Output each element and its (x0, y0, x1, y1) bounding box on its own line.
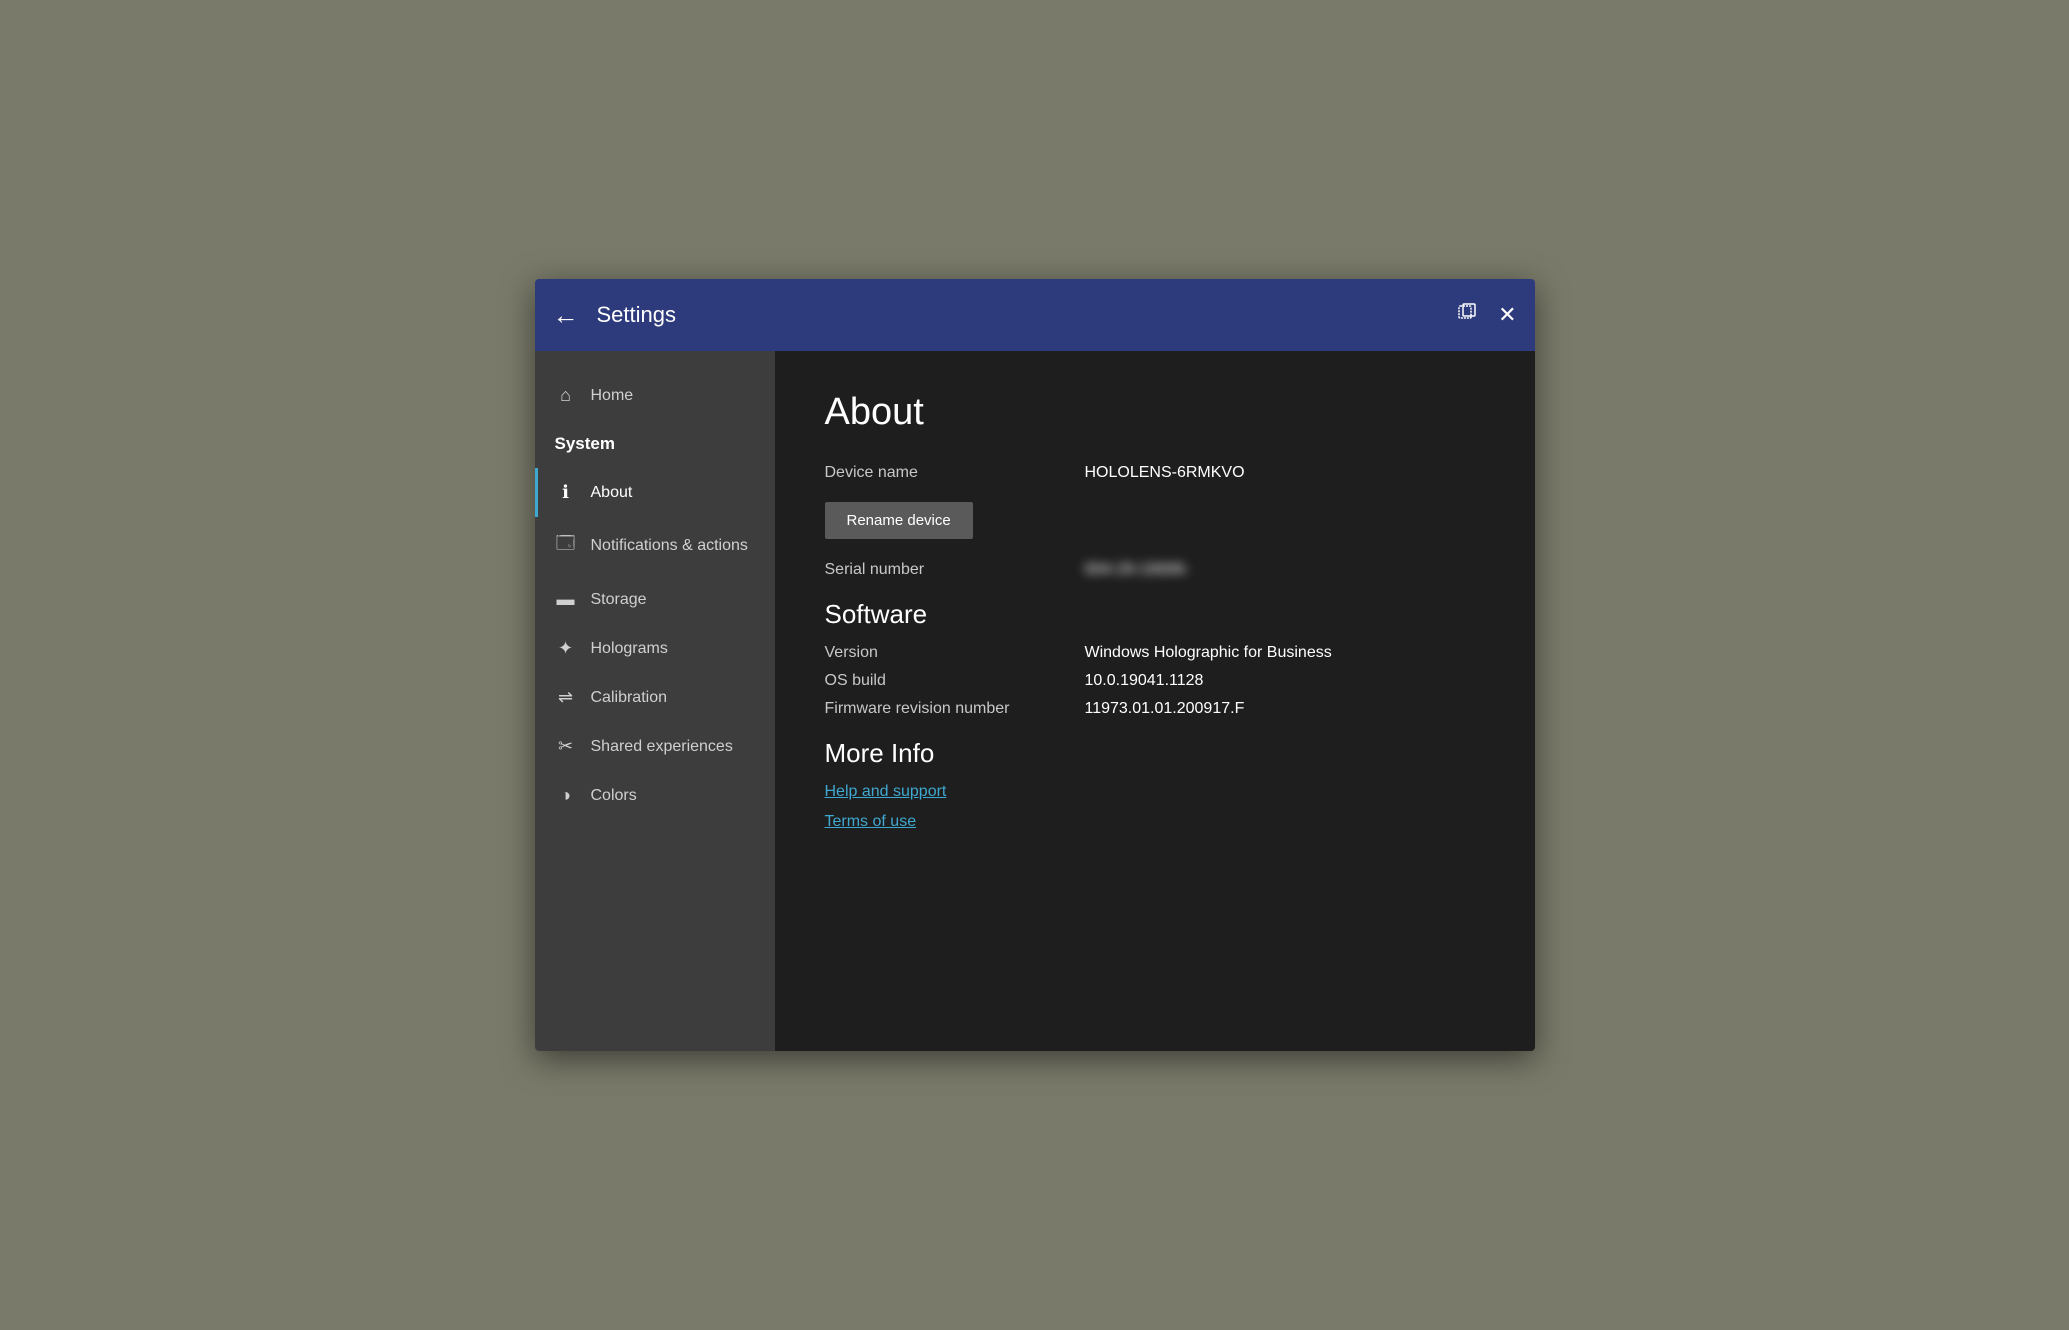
titlebar-right: ✕ (1456, 301, 1516, 329)
os-build-row: OS build 10.0.19041.1128 (825, 672, 1485, 690)
firmware-label: Firmware revision number (825, 700, 1085, 718)
device-name-value: HOLOLENS-6RMKVO (1085, 464, 1245, 482)
firmware-row: Firmware revision number 11973.01.01.200… (825, 700, 1485, 718)
titlebar: ← Settings ✕ (535, 279, 1535, 351)
sidebar-about-label: About (591, 484, 633, 502)
sidebar-notifications-label: Notifications & actions (591, 537, 748, 555)
more-info-title: More Info (825, 738, 1485, 769)
sidebar-item-holograms[interactable]: ✦ Holograms (535, 624, 775, 673)
colors-icon: ◑ (555, 785, 577, 806)
serial-number-value: 004-29-19006- (1085, 561, 1190, 579)
terms-of-use-link[interactable]: Terms of use (825, 813, 1485, 831)
sidebar-item-shared[interactable]: ✂ Shared experiences (535, 722, 775, 771)
sidebar-storage-label: Storage (591, 591, 647, 609)
os-build-value: 10.0.19041.1128 (1085, 672, 1204, 690)
sidebar-home-label: Home (591, 387, 634, 405)
restore-button[interactable] (1456, 301, 1478, 329)
sidebar-item-calibration[interactable]: ⇌ Calibration (535, 673, 775, 722)
device-name-row: Device name HOLOLENS-6RMKVO (825, 464, 1485, 482)
sidebar-system-label: System (555, 434, 615, 454)
sidebar-item-storage[interactable]: ▬ Storage (535, 575, 775, 624)
page-title: About (825, 391, 1485, 434)
version-label: Version (825, 644, 1085, 662)
settings-window: ← Settings ✕ ⌂ Home System ℹ (535, 279, 1535, 1051)
rename-device-button[interactable]: Rename device (825, 502, 973, 539)
main-content: About Device name HOLOLENS-6RMKVO Rename… (775, 351, 1535, 1051)
sidebar-holograms-label: Holograms (591, 640, 668, 658)
sidebar-system-header: System (535, 420, 775, 468)
calibration-icon: ⇌ (555, 687, 577, 708)
sidebar-item-home[interactable]: ⌂ Home (535, 371, 775, 420)
titlebar-title: Settings (597, 302, 677, 328)
software-section-title: Software (825, 599, 1485, 630)
home-icon: ⌂ (555, 385, 577, 406)
version-value: Windows Holographic for Business (1085, 644, 1332, 662)
sidebar-colors-label: Colors (591, 787, 637, 805)
sidebar-item-colors[interactable]: ◑ Colors (535, 771, 775, 820)
titlebar-left: ← Settings (553, 302, 677, 328)
serial-number-label: Serial number (825, 561, 1085, 579)
version-row: Version Windows Holographic for Business (825, 644, 1485, 662)
content: ⌂ Home System ℹ About 🗔 Notifications & … (535, 351, 1535, 1051)
sidebar-calibration-label: Calibration (591, 689, 667, 707)
os-build-label: OS build (825, 672, 1085, 690)
about-icon: ℹ (555, 482, 577, 503)
sidebar: ⌂ Home System ℹ About 🗔 Notifications & … (535, 351, 775, 1051)
close-button[interactable]: ✕ (1498, 302, 1516, 328)
back-button[interactable]: ← (553, 302, 579, 328)
notifications-icon: 🗔 (555, 531, 577, 561)
serial-number-row: Serial number 004-29-19006- (825, 561, 1485, 579)
sidebar-shared-label: Shared experiences (591, 738, 733, 756)
sidebar-item-notifications[interactable]: 🗔 Notifications & actions (535, 517, 775, 575)
sidebar-item-about[interactable]: ℹ About (535, 468, 775, 517)
holograms-icon: ✦ (555, 638, 577, 659)
device-name-label: Device name (825, 464, 1085, 482)
shared-icon: ✂ (555, 736, 577, 757)
help-and-support-link[interactable]: Help and support (825, 783, 1485, 801)
storage-icon: ▬ (555, 589, 577, 610)
firmware-value: 11973.01.01.200917.F (1085, 700, 1245, 718)
